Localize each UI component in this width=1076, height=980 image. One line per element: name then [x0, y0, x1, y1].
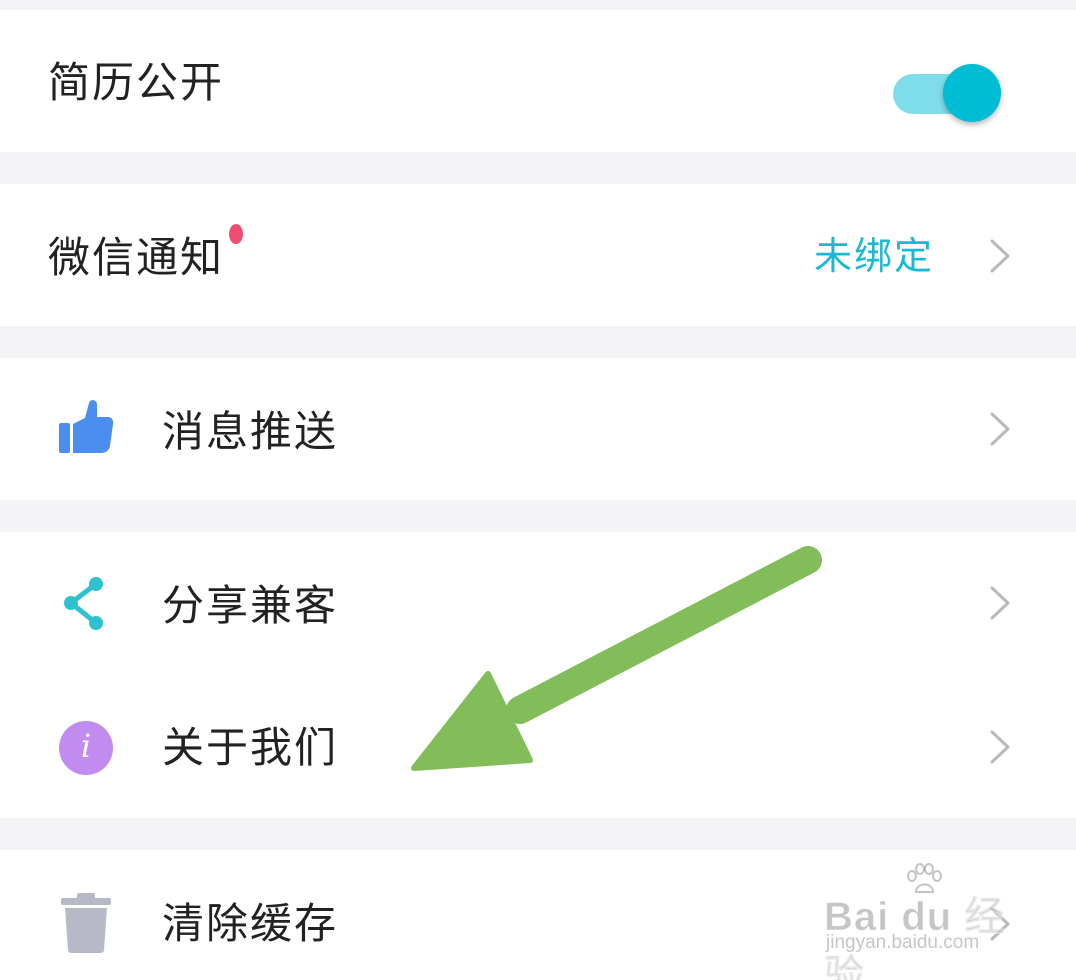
wechat-notify-label: 微信通知: [48, 233, 225, 282]
resume-public-toggle[interactable]: [893, 64, 1005, 124]
share-label: 分享兼客: [162, 581, 339, 630]
resume-public-row[interactable]: 简历公开: [0, 10, 1076, 152]
clear-cache-label: 清除缓存: [162, 899, 339, 948]
about-label: 关于我们: [162, 723, 339, 772]
baidu-watermark: Bai du 经验 jingyan.baidu.com: [820, 862, 1030, 980]
chevron-right-icon: [990, 730, 1010, 764]
chevron-right-icon: [990, 586, 1010, 620]
push-label: 消息推送: [162, 407, 339, 456]
settings-screen: 简历公开 微信通知 未绑定 消息推送 分享兼客 i 关于我们 清除缓存 Bai …: [0, 0, 1076, 980]
push-row[interactable]: 消息推送: [0, 358, 1076, 500]
resume-public-label: 简历公开: [48, 58, 225, 107]
chevron-right-icon: [990, 239, 1010, 273]
chevron-right-icon: [990, 412, 1010, 446]
toggle-knob: [943, 64, 1001, 122]
thumbs-up-icon: [59, 400, 114, 453]
notification-badge: [229, 224, 243, 244]
trash-icon: [61, 893, 111, 953]
share-row[interactable]: 分享兼客: [0, 532, 1076, 675]
info-icon: i: [59, 721, 113, 775]
share-about-group: 分享兼客 i 关于我们: [0, 532, 1076, 818]
wechat-bind-status[interactable]: 未绑定: [814, 237, 934, 275]
about-row[interactable]: i 关于我们: [0, 675, 1076, 818]
share-icon: [64, 577, 103, 630]
watermark-url: jingyan.baidu.com: [826, 932, 980, 953]
